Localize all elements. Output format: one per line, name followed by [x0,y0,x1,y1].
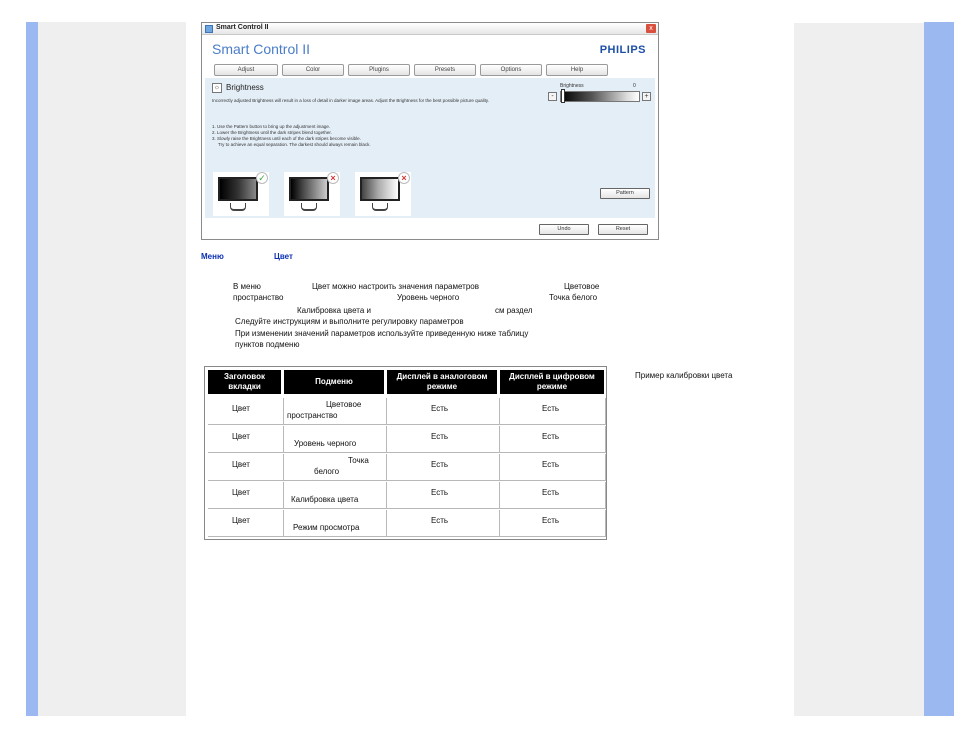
table-row: Цвет Калибровка цвета Есть Есть [205,482,606,510]
tab-adjust[interactable]: Adjust [214,64,278,76]
check-icon: ✓ [256,172,268,184]
para-text: Следуйте инструкциям и выполните регулир… [235,317,464,326]
table-row: Цвет Точка белого Есть Есть [205,454,606,482]
close-icon[interactable]: x [646,24,656,33]
cell-submenu: Калибровка цвета [291,495,359,504]
monitor-preview-good: ✓ [213,172,269,216]
window-title: Smart Control II [216,24,269,31]
cell-analog: Есть [431,460,449,469]
brightness-icon: ☼ [212,83,222,93]
para-text: Калибровка цвета и [297,306,371,315]
table-header: Заголовок вкладки Подменю Дисплей в анал… [205,367,606,397]
section-description: Incorrectly adjusted Brightness will res… [212,98,490,103]
monitor-preview-light: × [355,172,411,216]
philips-logo: PHILIPS [599,44,646,56]
increase-button[interactable]: + [642,92,651,101]
slider-thumb[interactable] [561,89,565,103]
para-text: Цветовое [564,282,600,291]
para-text: пространство [233,293,284,302]
step-note: Try to achieve an equal separation. The … [218,142,371,147]
para-text: Точка белого [549,293,598,302]
cell-analog: Есть [431,432,449,441]
brand-title: Smart Control II [212,41,311,57]
slider-value: 0 [633,83,636,89]
instruction-steps: 1. Use the Pattern button to bring up th… [212,124,512,148]
reset-button[interactable]: Reset [598,224,648,235]
menu-label: Меню [201,252,224,261]
table-row: Цвет Уровень черного Есть Есть [205,426,606,454]
cross-icon: × [327,172,339,184]
side-note: Пример калибровки цвета [635,371,733,380]
cell-tab: Цвет [232,404,250,413]
monitor-preview-dark: × [284,172,340,216]
header-analog: Дисплей в аналоговом режиме [387,370,497,394]
cell-tab: Цвет [232,432,250,441]
cell-digital: Есть [542,516,560,525]
header-tab: Заголовок вкладки [208,370,281,394]
para-text: В меню [233,282,261,291]
table-row: Цвет Цветовое пространство Есть Есть [205,398,606,426]
cell-analog: Есть [431,488,449,497]
window-titlebar: Smart Control II x [202,23,658,35]
cell-tab: Цвет [232,488,250,497]
submenu-table: Заголовок вкладки Подменю Дисплей в анал… [204,366,607,540]
left-gray-panel [38,22,186,716]
left-blue-stripe [26,22,38,716]
brightness-slider[interactable] [560,91,640,102]
right-gray-panel [794,22,924,716]
cell-analog: Есть [431,404,449,413]
para-text: Уровень черного [397,293,460,302]
tab-help[interactable]: Help [546,64,608,76]
tab-plugins[interactable]: Plugins [348,64,410,76]
decrease-button[interactable]: - [548,92,557,101]
cross-icon: × [398,172,410,184]
tab-options[interactable]: Options [480,64,542,76]
cell-digital: Есть [542,460,560,469]
section-title: Brightness [226,83,264,92]
cell-submenu: Точка белого [314,456,369,476]
cell-digital: Есть [542,404,560,413]
cell-analog: Есть [431,516,449,525]
tab-bar: Adjust Color Plugins Presets Options Hel… [214,64,646,76]
header-digital: Дисплей в цифровом режиме [500,370,604,394]
menu-value: Цвет [274,252,293,261]
para-text: Цвет можно настроить значения параметров [312,282,479,291]
app-icon [205,25,213,33]
para-text: см раздел [495,306,533,315]
brightness-panel: ☼ Brightness Incorrectly adjusted Bright… [205,78,655,218]
tab-presets[interactable]: Presets [414,64,476,76]
cell-digital: Есть [542,488,560,497]
cell-submenu: Уровень черного [294,439,357,448]
table-row: Цвет Режим просмотра Есть Есть [205,510,606,538]
right-blue-stripe [924,22,954,716]
cell-tab: Цвет [232,460,250,469]
undo-button[interactable]: Undo [539,224,589,235]
para-text: пунктов подменю [235,340,300,349]
header-submenu: Подменю [284,370,384,394]
cell-digital: Есть [542,432,560,441]
cell-submenu: Режим просмотра [293,523,360,532]
smart-control-window: Smart Control II x Smart Control II PHIL… [201,22,659,240]
para-text: При изменении значений параметров исполь… [235,329,529,338]
pattern-button[interactable]: Pattern [600,188,650,199]
cell-submenu: Цветовое пространство [287,400,362,420]
cell-tab: Цвет [232,516,250,525]
menu-heading: Меню Цвет [201,252,293,261]
tab-color[interactable]: Color [282,64,344,76]
